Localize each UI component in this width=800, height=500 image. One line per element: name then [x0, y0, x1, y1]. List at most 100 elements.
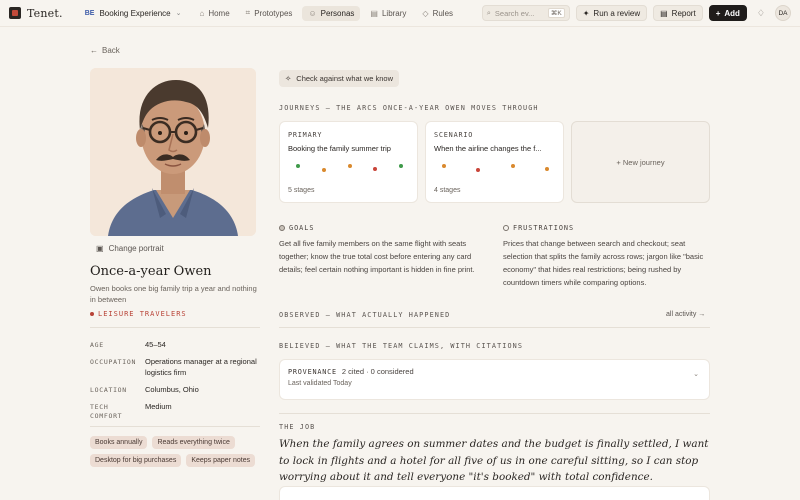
chevron-down-icon: ⌄	[175, 10, 182, 17]
report-button[interactable]: ▤ Report	[653, 5, 703, 21]
check-against-label: Check against what we know	[296, 74, 394, 83]
journey-card-primary[interactable]: PRIMARY Booking the family summer trip 5…	[279, 121, 418, 203]
tag-chip[interactable]: Books annually	[90, 436, 148, 449]
attribute-row: AGE 45–54	[90, 340, 260, 351]
workspace-badge: BE	[84, 9, 95, 17]
main-nav: ⌂ Home ⌗ Prototypes ☺ Personas ▤ Library…	[193, 5, 459, 21]
persona-attributes: AGE 45–54 OCCUPATION Operations manager …	[90, 340, 260, 427]
add-button[interactable]: + Add	[708, 5, 747, 21]
tag-chip[interactable]: Keeps paper notes	[186, 454, 256, 467]
bell-icon[interactable]: ♢	[757, 8, 765, 19]
journey-label: SCENARIO	[434, 131, 474, 139]
persona-icon: ☺	[308, 8, 317, 18]
provenance-label: PROVENANCE	[288, 367, 337, 376]
back-link[interactable]: ← Back	[90, 46, 120, 55]
new-journey-button[interactable]: + New journey	[571, 121, 710, 203]
document-icon: ▤	[660, 8, 668, 18]
job-detail-card	[279, 486, 710, 500]
segment-label: LEISURE TRAVELERS	[98, 310, 187, 318]
stage-dot	[476, 168, 481, 172]
nav-item-personas[interactable]: ☺ Personas	[302, 5, 361, 21]
all-activity-link[interactable]: all activity →	[666, 311, 705, 318]
job-statement: When the family agrees on summer dates a…	[279, 438, 709, 484]
attribute-row: LOCATION Columbus, Ohio	[90, 385, 260, 396]
nav-item-prototypes[interactable]: ⌗ Prototypes	[240, 5, 299, 21]
journey-stage-dots	[288, 161, 409, 175]
journey-label: PRIMARY	[288, 131, 323, 139]
nav-label: Personas	[320, 8, 355, 18]
portrait-illustration	[90, 68, 256, 236]
segment-tag[interactable]: LEISURE TRAVELERS	[90, 310, 187, 318]
nav-label: Library	[381, 8, 407, 18]
image-icon: ▣	[96, 244, 104, 253]
journeys-heading: JOURNEYS — THE ARCS ONCE-A-YEAR OWEN MOV…	[279, 104, 539, 112]
journey-title: Booking the family summer trip	[288, 144, 391, 153]
check-against-button[interactable]: ✧ Check against what we know	[279, 70, 400, 87]
job-heading: THE JOB	[279, 423, 316, 431]
logo-icon[interactable]	[9, 7, 21, 19]
persona-tagline: Owen books one big family trip a year an…	[90, 284, 257, 304]
journey-card-scenario[interactable]: SCENARIO When the airline changes the f.…	[425, 121, 564, 203]
persona-portrait	[90, 68, 256, 236]
search-input[interactable]: ⌕ Search ev... ⌘K	[481, 5, 570, 21]
run-review-label: Run a review	[593, 8, 641, 18]
workspace-name: Booking Experience	[99, 8, 171, 18]
provenance-counts: 2 cited · 0 considered	[341, 367, 414, 376]
attribute-value: 45–54	[145, 340, 166, 349]
goals-icon	[279, 225, 285, 231]
journey-stages: 5 stages	[288, 187, 315, 194]
workspace-switcher[interactable]: BE Booking Experience ⌄	[85, 9, 182, 18]
user-avatar[interactable]: DA	[775, 5, 791, 21]
change-portrait-button[interactable]: ▣ Change portrait	[96, 244, 164, 253]
observed-heading: OBSERVED — WHAT ACTUALLY HAPPENED	[279, 311, 451, 319]
nav-item-rules[interactable]: ◇ Rules	[416, 6, 459, 21]
frustrations-heading-label: FRUSTRATIONS	[513, 224, 575, 232]
search-placeholder: Search ev...	[494, 8, 535, 18]
divider	[279, 327, 710, 328]
persona-name: Once-a-year Owen	[90, 264, 212, 279]
stage-dot	[545, 167, 549, 171]
divider	[90, 327, 260, 328]
stage-dot	[442, 164, 446, 168]
divider	[90, 426, 260, 427]
goals-text: Get all five family members on the same …	[279, 239, 475, 275]
tag-chip[interactable]: Desktop for big purchases	[90, 454, 182, 467]
provenance-card[interactable]: PROVENANCE 2 cited · 0 considered Last v…	[279, 359, 710, 400]
attribute-value: Operations manager at a regional logisti…	[145, 356, 257, 377]
top-bar: Tenet. BE Booking Experience ⌄ ⌂ Home ⌗ …	[0, 0, 800, 27]
sparkle-icon: ✧	[285, 74, 292, 83]
chevron-down-icon[interactable]: ⌄	[693, 370, 699, 378]
journey-stage-dots	[434, 161, 555, 175]
add-label: Add	[724, 8, 740, 18]
brand-name[interactable]: Tenet.	[27, 7, 63, 20]
back-label: Back	[102, 46, 120, 55]
tag-list: Books annually Reads everything twice De…	[90, 436, 265, 467]
grid-icon: ⌗	[245, 8, 251, 17]
run-review-button[interactable]: ✦ Run a review	[575, 5, 648, 21]
believed-heading: BELIEVED — WHAT THE TEAM CLAIMS, WITH CI…	[279, 342, 524, 350]
stage-dot	[373, 167, 378, 171]
provenance-validated: Last validated Today	[288, 380, 352, 387]
stage-dot	[321, 168, 326, 172]
stage-dot	[510, 164, 515, 168]
arrow-left-icon: ←	[90, 46, 98, 55]
attribute-value: Columbus, Ohio	[145, 384, 199, 394]
attribute-key: AGE	[90, 341, 104, 349]
attribute-value: Medium	[145, 401, 172, 411]
search-icon: ⌕	[486, 8, 491, 17]
stage-dot	[347, 164, 352, 168]
nav-item-library[interactable]: ▤ Library	[364, 6, 412, 21]
stage-dot	[296, 164, 300, 168]
attribute-key: TECH COMFORT	[90, 402, 123, 420]
tag-chip[interactable]: Reads everything twice	[152, 436, 235, 449]
attribute-row: TECH COMFORT Medium	[90, 402, 260, 422]
nav-item-home[interactable]: ⌂ Home	[193, 6, 235, 21]
sparkle-icon: ✦	[582, 8, 590, 18]
change-portrait-label: Change portrait	[108, 244, 164, 253]
segment-dot-icon	[90, 312, 94, 316]
book-icon: ▤	[370, 8, 378, 18]
search-shortcut: ⌘K	[547, 8, 565, 18]
nav-label: Prototypes	[254, 8, 293, 18]
home-icon: ⌂	[199, 8, 205, 18]
frustrations-heading: FRUSTRATIONS	[503, 224, 574, 232]
